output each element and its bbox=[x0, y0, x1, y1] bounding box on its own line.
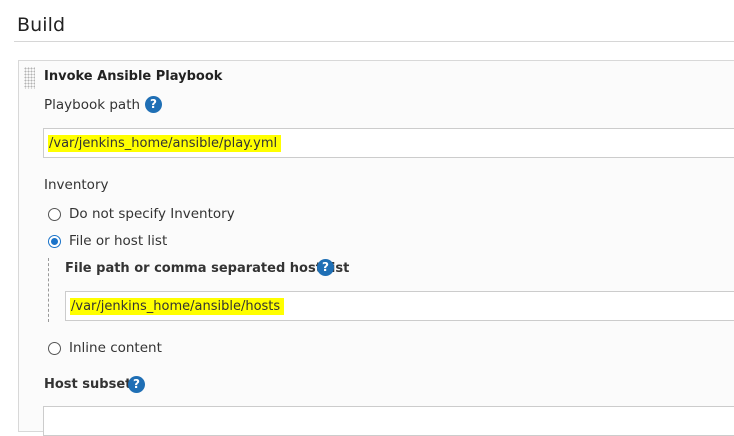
host-list-input[interactable]: /var/jenkins_home/ansible/hosts bbox=[65, 291, 734, 321]
section-title: Build bbox=[17, 14, 66, 36]
radio-inline-content[interactable] bbox=[48, 341, 61, 355]
host-list-value: /var/jenkins_home/ansible/hosts bbox=[70, 297, 285, 315]
section-divider bbox=[14, 41, 734, 42]
step-title: Invoke Ansible Playbook bbox=[44, 69, 223, 84]
host-list-help-icon[interactable]: ? bbox=[317, 259, 334, 276]
inventory-option-file[interactable]: File or host list bbox=[48, 233, 167, 249]
inventory-option-inline[interactable]: Inline content bbox=[48, 340, 162, 356]
host-list-label: File path or comma separated host list bbox=[65, 261, 350, 276]
playbook-path-value: /var/jenkins_home/ansible/play.yml bbox=[48, 134, 282, 152]
drag-handle-icon[interactable] bbox=[24, 67, 35, 89]
nested-options-border bbox=[48, 258, 49, 322]
radio-file-host-list[interactable] bbox=[48, 234, 61, 248]
host-subset-input[interactable] bbox=[43, 406, 734, 436]
inventory-option-none[interactable]: Do not specify Inventory bbox=[48, 206, 235, 222]
playbook-path-input[interactable]: /var/jenkins_home/ansible/play.yml bbox=[43, 128, 734, 158]
inventory-option-inline-label: Inline content bbox=[69, 340, 162, 356]
host-subset-help-icon[interactable]: ? bbox=[128, 376, 145, 393]
inventory-option-file-label: File or host list bbox=[69, 233, 168, 249]
inventory-option-none-label: Do not specify Inventory bbox=[69, 206, 235, 222]
host-subset-label: Host subset bbox=[44, 377, 132, 392]
radio-none[interactable] bbox=[48, 207, 61, 221]
playbook-path-help-icon[interactable]: ? bbox=[145, 96, 162, 113]
playbook-path-label: Playbook path bbox=[44, 97, 141, 113]
inventory-label: Inventory bbox=[44, 177, 109, 193]
